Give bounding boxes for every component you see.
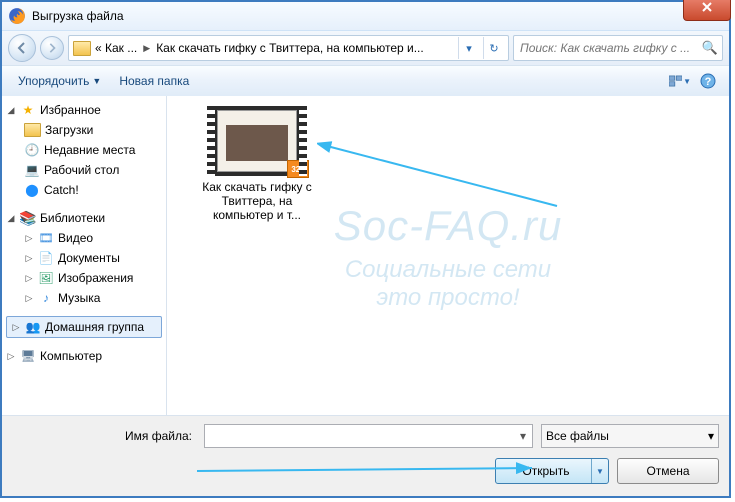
open-split-dropdown[interactable]: ▼ [591,459,608,483]
document-icon: 📄 [38,250,54,266]
refresh-button[interactable]: ↻ [483,37,504,59]
nav-pictures[interactable]: ▷🖼Изображения [2,268,166,288]
title-bar: Выгрузка файла [2,2,729,31]
nav-catch[interactable]: ⬤Catch! [2,180,166,200]
recent-icon: 🕘 [24,142,40,158]
picture-icon: 🖼 [38,270,54,286]
help-icon: ? [700,73,716,89]
firefox-icon [8,7,26,25]
new-folder-label: Новая папка [119,74,189,88]
catch-icon: ⬤ [24,182,40,198]
nav-music[interactable]: ▷♪Музыка [2,288,166,308]
star-icon: ★ [20,102,36,118]
search-input[interactable] [518,40,702,56]
breadcrumb-dropdown[interactable]: ▾ [458,37,479,59]
close-button[interactable] [683,0,731,21]
cancel-label: Отмена [646,464,689,478]
file-label: Как скачать гифку с Твиттера, на компьют… [197,180,317,222]
file-thumbnail: 321 [207,106,307,176]
nav-videos[interactable]: ▷🎞Видео [2,228,166,248]
dialog-footer: Имя файла: ▾ Все файлы ▾ Открыть ▼ Отмен… [2,415,729,496]
cancel-button[interactable]: Отмена [617,458,719,484]
homegroup-icon: 👥 [25,319,41,335]
forward-button[interactable] [40,36,64,60]
content-pane[interactable]: Soc-FAQ.ru Социальные сети это просто! 3… [167,96,729,418]
breadcrumb-path: Как скачать гифку с Твиттера, на компьют… [156,41,424,55]
view-icon [669,74,682,88]
back-button[interactable] [8,34,36,62]
chevron-down-icon: ▾ [708,429,714,443]
nav-documents[interactable]: ▷📄Документы [2,248,166,268]
annotation-arrow-1 [317,126,567,226]
open-button[interactable]: Открыть ▼ [495,458,609,484]
chevron-down-icon: ▼ [92,76,101,86]
toolbar: Упорядочить ▼ Новая папка ▼ ? [2,66,729,97]
library-icon: 📚 [20,210,36,226]
filter-label: Все файлы [546,429,609,443]
view-options-button[interactable]: ▼ [669,70,691,92]
window-title: Выгрузка файла [32,9,124,23]
chevron-right-icon: ▶ [141,43,152,54]
forward-arrow-icon [47,43,57,53]
video-icon: 🎞 [38,230,54,246]
chevron-down-icon[interactable]: ▾ [514,429,532,443]
chevron-down-icon: ▼ [683,77,691,86]
open-label: Открыть [522,464,569,478]
organize-label: Упорядочить [18,74,89,88]
nav-recent[interactable]: 🕘Недавние места [2,140,166,160]
search-icon[interactable]: 🔍 [702,40,718,56]
nav-homegroup[interactable]: ▷👥Домашняя группа [6,316,162,338]
back-arrow-icon [16,42,28,54]
thumbnail-badge: 321 [287,160,309,178]
file-item[interactable]: 321 Как скачать гифку с Твиттера, на ком… [197,106,317,222]
organize-button[interactable]: Упорядочить ▼ [12,70,107,92]
folder-icon [24,123,41,137]
file-dialog-window: Выгрузка файла « Как ... ▶ Как скачать г… [0,0,731,498]
nav-favorites[interactable]: ◢★Избранное [2,100,166,120]
music-icon: ♪ [38,290,54,306]
nav-desktop[interactable]: 💻Рабочий стол [2,160,166,180]
help-button[interactable]: ? [697,70,719,92]
breadcrumb-bar[interactable]: « Как ... ▶ Как скачать гифку с Твиттера… [68,35,509,61]
address-row: « Как ... ▶ Как скачать гифку с Твиттера… [2,31,729,66]
breadcrumb-prefix: « Как ... [95,41,137,55]
svg-text:?: ? [705,76,712,88]
filename-combo[interactable]: ▾ [204,424,533,448]
nav-computer[interactable]: ▷🖥Компьютер [2,346,166,366]
computer-icon: 🖥 [20,348,36,364]
nav-libraries[interactable]: ◢📚Библиотеки [2,208,166,228]
desktop-icon: 💻 [24,162,40,178]
close-icon [702,2,712,12]
folder-icon [73,41,91,56]
new-folder-button[interactable]: Новая папка [113,70,195,92]
file-type-filter[interactable]: Все файлы ▾ [541,424,719,448]
filename-label: Имя файла: [12,429,196,443]
navigation-pane: ◢★Избранное Загрузки 🕘Недавние места 💻Ра… [2,96,167,418]
nav-downloads[interactable]: Загрузки [2,120,166,140]
search-box[interactable]: 🔍 [513,35,723,61]
